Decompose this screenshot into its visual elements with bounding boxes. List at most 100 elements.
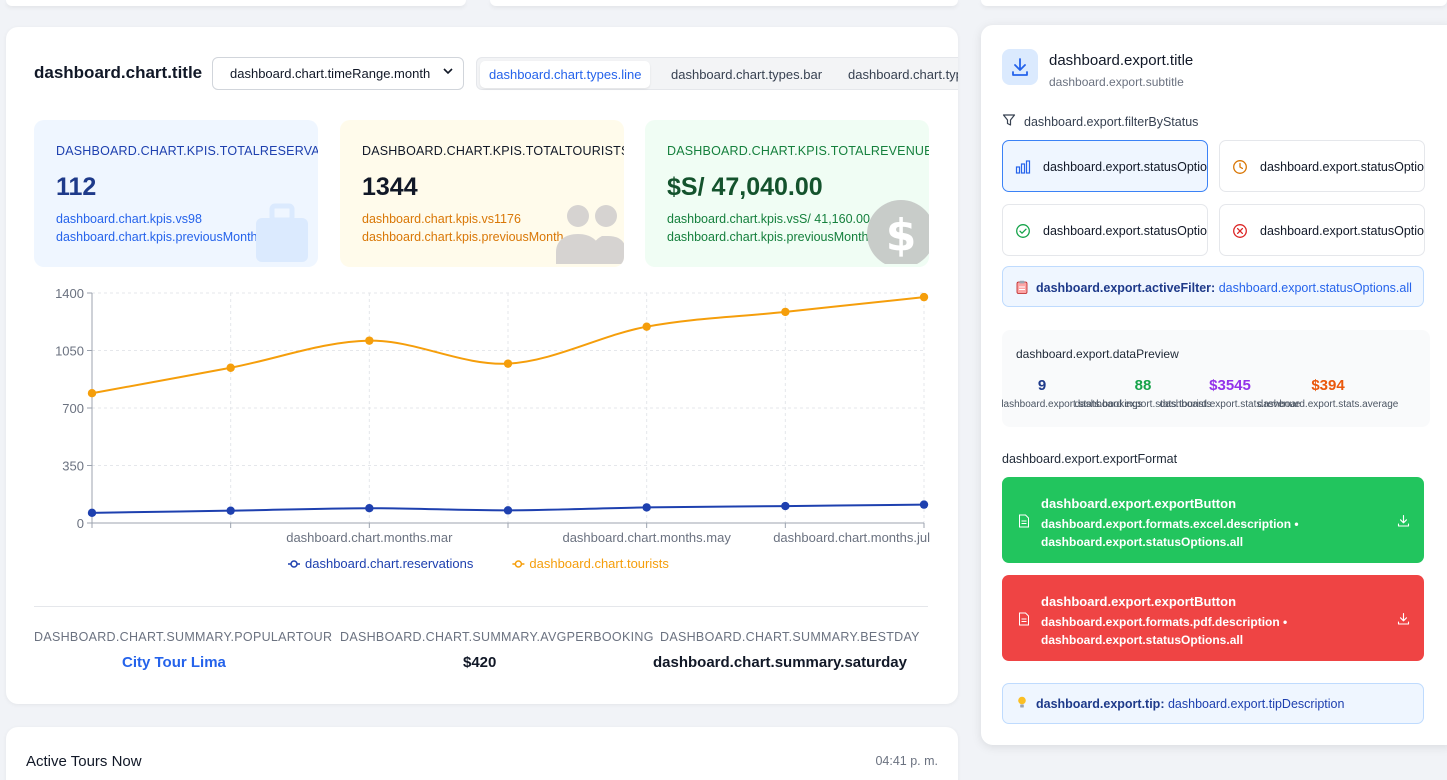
chart-card: dashboard.chart.title dashboard.chart.ti… — [6, 27, 958, 704]
summary-value-popular-tour: City Tour Lima — [122, 654, 226, 671]
data-point — [226, 506, 235, 515]
download-icon — [1002, 49, 1038, 85]
data-point — [503, 359, 513, 368]
export-button-description: dashboard.export.formats.pdf.description… — [1041, 615, 1288, 647]
x-tick-label: dashboard.chart.months.jul — [773, 530, 930, 545]
status-option-pending[interactable]: dashboard.export.statusOptions.pending — [1219, 140, 1425, 192]
divider — [34, 606, 928, 607]
clipboard-icon — [1016, 280, 1028, 297]
chevron-down-icon — [442, 65, 454, 80]
bar-chart-icon — [1015, 159, 1031, 180]
preview-stat-value: 88 — [1134, 377, 1152, 394]
active-tours-card: Active Tours Now 04:41 p. m. — [6, 727, 958, 780]
y-tick-label: 0 — [77, 516, 84, 531]
summary-label-best-day: dashboard.chart.summary.bestDay — [660, 630, 920, 644]
legend-marker — [514, 560, 523, 568]
legend-label: dashboard.chart.tourists — [529, 556, 669, 571]
data-point — [781, 501, 790, 511]
tip-text: dashboard.export.tipDescription — [1167, 697, 1345, 711]
data-point — [365, 336, 374, 345]
lightbulb-icon — [1017, 696, 1027, 712]
kpi-card-tourists: dashboard.chart.kpis.totalTourists 1344 … — [340, 120, 624, 267]
summary-value-avg-per-booking: $420 — [463, 654, 497, 671]
kpi-comparison: dashboard.chart.kpis.vs1176 — [362, 212, 521, 226]
preview-stat-value: $3545 — [1209, 377, 1251, 394]
data-point — [919, 292, 929, 302]
data-point — [226, 363, 235, 372]
data-point — [642, 322, 651, 331]
kpi-period: dashboard.chart.kpis.previousMonth — [362, 230, 564, 244]
data-point — [87, 389, 97, 398]
kpi-label: dashboard.chart.kpis.totalTourists — [362, 144, 624, 158]
dollar-icon: $ — [865, 198, 929, 267]
data-point — [781, 307, 790, 317]
top-card-edge — [981, 0, 1447, 6]
preview-stat-label: dashboard.export.stats.average — [1257, 399, 1399, 410]
filter-icon — [1002, 113, 1016, 132]
y-tick-label: 1400 — [55, 286, 84, 301]
active-filter-banner: dashboard.export.activeFilter: dashboard… — [1002, 266, 1424, 307]
data-point — [365, 504, 374, 513]
status-option-label: dashboard.export.statusOptions.all — [1043, 160, 1207, 174]
check-circle-icon — [1015, 223, 1031, 244]
kpi-label: dashboard.chart.kpis.totalReservat — [56, 144, 318, 158]
users-icon — [552, 202, 624, 267]
export-format-label: dashboard.export.exportFormat — [1002, 452, 1178, 466]
export-subtitle: dashboard.export.subtitle — [1049, 75, 1184, 89]
status-option-label: dashboard.export.statusOptions.pending — [1260, 160, 1424, 174]
status-option-all[interactable]: dashboard.export.statusOptions.all — [1002, 140, 1208, 192]
export-pdf-button[interactable]: dashboard.export.exportButton dashboard.… — [1002, 575, 1424, 661]
tab-bar[interactable]: dashboard.chart.types.bar — [662, 61, 831, 88]
active-tours-time: 04:41 p. m. — [875, 754, 938, 768]
preview-stat-value: 9 — [1037, 377, 1047, 394]
export-tip: dashboard.export.tip: dashboard.export.t… — [1002, 683, 1424, 724]
kpi-comparison: dashboard.chart.kpis.vs98 — [56, 212, 202, 226]
active-filter-label: dashboard.export.activeFilter: — [1036, 281, 1216, 295]
export-panel: dashboard.export.title dashboard.export.… — [981, 25, 1447, 745]
active-filter-value: dashboard.export.statusOptions.all — [1218, 281, 1412, 295]
time-range-value: dashboard.chart.timeRange.month — [230, 66, 431, 81]
data-point — [919, 500, 929, 509]
export-button-label: dashboard.export.exportButton — [1041, 594, 1237, 609]
kpi-value: 112 — [56, 173, 97, 201]
filter-label: dashboard.export.filterByStatus — [1024, 115, 1199, 129]
status-option-label: dashboard.export.statusOptions.confirmed — [1043, 224, 1207, 238]
time-range-select[interactable]: dashboard.chart.timeRange.month — [212, 57, 464, 90]
kpi-value: 1344 — [362, 173, 418, 201]
active-tours-title: Active Tours Now — [26, 753, 142, 770]
tab-pie[interactable]: dashboard.chart.types.p — [839, 61, 958, 88]
data-preview: dashboard.export.dataPreview 9 88 $3545 … — [1002, 330, 1430, 427]
kpi-label: dashboard.chart.kpis.totalRevenue — [667, 144, 929, 158]
status-option-confirmed[interactable]: dashboard.export.statusOptions.confirmed — [1002, 204, 1208, 256]
tip-label: dashboard.export.tip: — [1036, 697, 1165, 711]
download-icon — [1397, 514, 1410, 532]
y-tick-label: 1050 — [55, 344, 84, 359]
summary-label-avg-per-booking: dashboard.chart.summary.avgPerBooking — [340, 630, 654, 644]
kpi-card-reservations: dashboard.chart.kpis.totalReservat 112 d… — [34, 120, 318, 267]
x-tick-label: dashboard.chart.months.may — [562, 530, 731, 545]
export-excel-button[interactable]: dashboard.export.exportButton dashboard.… — [1002, 477, 1424, 563]
tab-line[interactable]: dashboard.chart.types.line — [480, 61, 651, 88]
line-chart: 0 350 700 1050 1400 dashboard.chart.months.ma… — [55, 286, 930, 571]
status-option-cancelled[interactable]: dashboard.export.statusOptions.cancelled — [1219, 204, 1425, 256]
kpi-card-revenue: dashboard.chart.kpis.totalRevenue $S/ 47… — [645, 120, 929, 267]
status-option-label: dashboard.export.statusOptions.cancelled — [1260, 224, 1424, 238]
kpi-period: dashboard.chart.kpis.previousMonth — [56, 230, 258, 244]
y-tick-label: 350 — [62, 459, 84, 474]
kpi-comparison: dashboard.chart.kpis.vsS/ 41,160.00 — [667, 212, 870, 226]
summary-value-best-day: dashboard.chart.summary.saturday — [653, 654, 907, 671]
kpi-value: $S/ 47,040.00 — [667, 173, 823, 201]
kpi-period: dashboard.chart.kpis.previousMonth — [667, 230, 869, 244]
preview-stat-value: $394 — [1311, 377, 1345, 394]
x-circle-icon — [1232, 223, 1248, 244]
legend-marker — [290, 560, 298, 568]
data-point — [503, 506, 513, 515]
chart-type-tabs: dashboard.chart.types.line dashboard.cha… — [476, 57, 958, 90]
chart-title: dashboard.chart.title — [34, 63, 203, 82]
legend-label: dashboard.chart.reservations — [305, 556, 474, 571]
summary-label-popular-tour: dashboard.chart.summary.popularTour — [34, 630, 333, 644]
svg-text:$: $ — [886, 210, 917, 261]
top-card-edge — [490, 0, 958, 6]
export-title: dashboard.export.title — [1049, 52, 1194, 69]
top-card-edge — [6, 0, 466, 6]
